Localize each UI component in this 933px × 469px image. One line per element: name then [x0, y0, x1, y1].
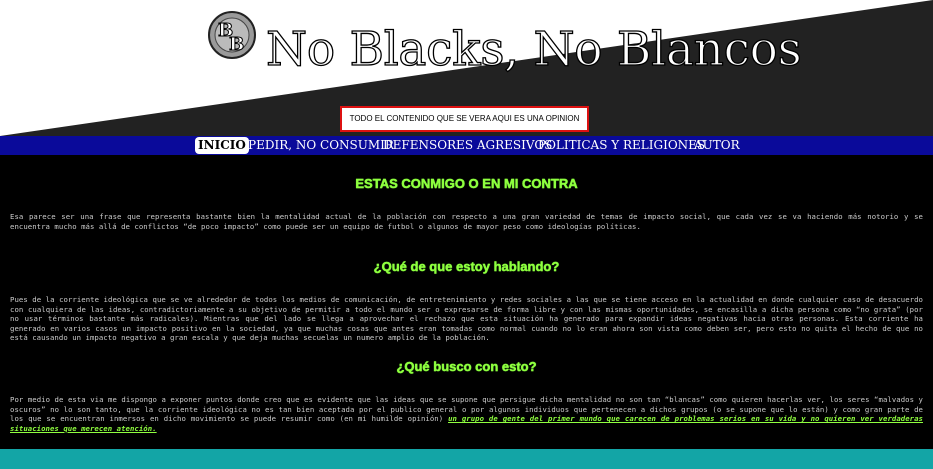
header: B B No Blacks, No Blancos TODO EL CONTEN… — [0, 0, 933, 136]
nav-item-autor[interactable]: AUTOR — [694, 137, 740, 154]
nav-item-pedir-no-consumir[interactable]: PEDIR, NO CONSUMIR — [248, 137, 394, 154]
section-heading: ¿Qué de que estoy hablando? — [373, 259, 560, 274]
section-paragraph-with-link: Por medio de esta via me dispongo a expo… — [10, 395, 923, 433]
footer-bar — [0, 449, 933, 469]
nav-item-defensores-agresivos[interactable]: DEFENSORES AGRESIVOS — [383, 137, 552, 154]
nav-item-inicio[interactable]: INICIO — [195, 137, 249, 154]
main-content: ESTAS CONMIGO O EN MI CONTRA Esa parece … — [0, 155, 933, 449]
svg-text:B: B — [229, 34, 244, 55]
site-title: No Blacks, No Blancos — [265, 21, 802, 77]
section-heading: ¿Qué busco con esto? — [396, 359, 537, 374]
page: B B No Blacks, No Blancos TODO EL CONTEN… — [0, 0, 933, 469]
site-logo[interactable]: B B — [207, 10, 257, 60]
main-navigation: INICIO PEDIR, NO CONSUMIR DEFENSORES AGR… — [0, 136, 933, 155]
section-paragraph: Pues de la corriente ideológica que se v… — [10, 295, 923, 343]
opinion-disclaimer: TODO EL CONTENIDO QUE SE VERA AQUI ES UN… — [340, 106, 589, 132]
section-paragraph: Esa parece ser una frase que representa … — [10, 212, 923, 231]
nav-item-politicas-y-religiones[interactable]: POLITICAS Y RELIGIONES — [538, 137, 705, 154]
section-heading: ESTAS CONMIGO O EN MI CONTRA — [355, 176, 578, 191]
logo-icon: B B — [208, 11, 256, 59]
